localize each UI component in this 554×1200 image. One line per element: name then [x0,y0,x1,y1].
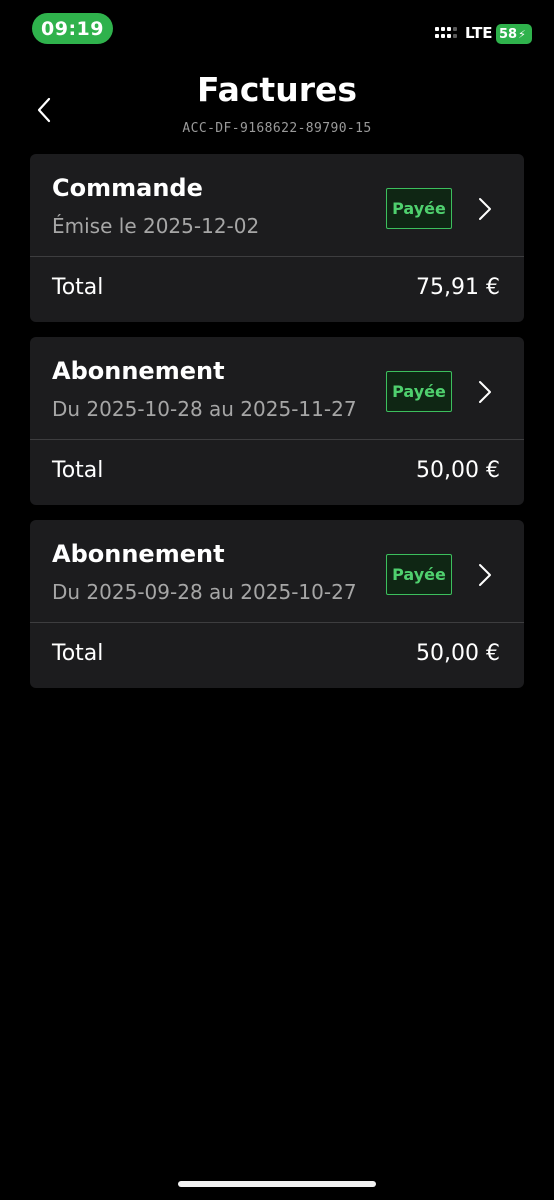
invoice-card-header[interactable]: Commande Émise le 2025-12-02 Payée [30,154,524,257]
invoice-date: Du 2025-09-28 au 2025-10-27 [52,580,357,604]
total-label: Total [52,275,104,300]
total-value: 50,00 € [416,458,500,483]
status-badge: Payée [386,554,452,595]
invoice-card[interactable]: Abonnement Du 2025-10-28 au 2025-11-27 P… [30,337,524,505]
home-indicator[interactable] [178,1181,376,1187]
account-id: ACC-DF-9168622-89790-15 [182,121,372,136]
invoice-card[interactable]: Abonnement Du 2025-09-28 au 2025-10-27 P… [30,520,524,688]
total-label: Total [52,458,104,483]
status-badge: Payée [386,371,452,412]
status-badge: Payée [386,188,452,229]
network-label: LTE [465,24,493,42]
chevron-right-icon[interactable] [474,562,496,588]
signal-icon [435,27,459,43]
total-value: 75,91 € [416,275,500,300]
invoice-date: Du 2025-10-28 au 2025-11-27 [52,397,357,421]
invoice-card-header[interactable]: Abonnement Du 2025-09-28 au 2025-10-27 P… [30,520,524,623]
status-time: 09:19 [32,13,113,44]
invoice-date: Émise le 2025-12-02 [52,214,260,238]
battery-level: 58 [499,26,518,42]
invoice-total-row: Total 50,00 € [30,440,524,505]
chevron-right-icon[interactable] [474,379,496,405]
page-title: Factures [196,70,357,109]
total-value: 50,00 € [416,641,500,666]
invoice-type: Commande [52,174,203,202]
invoice-card[interactable]: Commande Émise le 2025-12-02 Payée Total… [30,154,524,322]
invoice-type: Abonnement [52,540,225,568]
invoice-type: Abonnement [52,357,225,385]
chevron-right-icon[interactable] [474,196,496,222]
invoice-total-row: Total 75,91 € [30,257,524,322]
invoices-screen: 09:19 LTE 58 ⚡ Factures ACC-DF-9168622-89… [0,0,554,1200]
total-label: Total [52,641,104,666]
battery-icon: 58 ⚡ [496,24,532,44]
invoice-total-row: Total 50,00 € [30,623,524,688]
status-bar: 09:19 LTE 58 ⚡ [0,0,554,56]
charging-bolt-icon: ⚡ [518,27,526,41]
invoice-card-header[interactable]: Abonnement Du 2025-10-28 au 2025-11-27 P… [30,337,524,440]
